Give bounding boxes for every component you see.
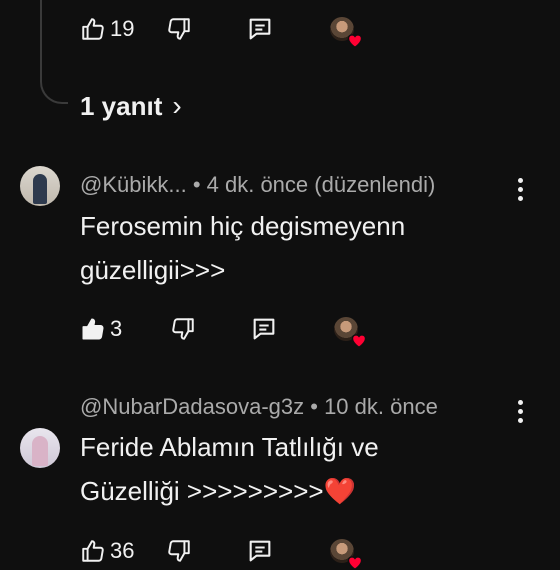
like-count: 19 — [110, 16, 135, 41]
comment-body: Feride Ablamın Tatlılığı ve Güzelliği >>… — [80, 425, 379, 513]
dislike-button[interactable] — [166, 14, 192, 44]
thumbs-up-icon — [82, 318, 104, 340]
creator-heart-icon — [348, 34, 363, 48]
reply-button[interactable] — [250, 314, 278, 344]
thumbs-down-icon — [168, 540, 191, 562]
comment-time: • 10 dk. önce — [310, 394, 438, 419]
comment-author[interactable]: @NubarDadasova-g3z — [80, 394, 304, 419]
dislike-button[interactable] — [166, 536, 192, 566]
more-vert-icon[interactable] — [517, 178, 523, 201]
creator-heart-icon — [351, 334, 367, 348]
creator-heart-badge — [330, 16, 363, 48]
comment-text-line: Ferosemin hiç degismeyenn — [80, 211, 406, 241]
comment-reply-icon — [253, 318, 275, 340]
comment-reply-icon — [250, 18, 271, 40]
comment-body: Ferosemin hiç degismeyenn güzelligii>>> — [80, 204, 405, 292]
avatar[interactable] — [20, 166, 60, 206]
comment-actions: 3 — [80, 314, 367, 348]
like-button[interactable]: 19 — [80, 14, 134, 44]
comment-text-line: güzelligii>>> — [80, 255, 226, 285]
thumbs-up-icon — [82, 18, 104, 40]
like-button[interactable]: 3 — [80, 314, 122, 344]
thumbs-down-icon — [168, 18, 191, 40]
more-vert-icon[interactable] — [517, 400, 523, 423]
comment-text: Güzelliği >>>>>>>>> — [80, 476, 324, 506]
comment-text-line: Güzelliği >>>>>>>>>❤️ — [80, 469, 379, 513]
like-count: 3 — [110, 316, 123, 341]
top-comment-actions: 19 — [80, 14, 363, 48]
creator-heart-badge — [334, 316, 367, 348]
thread-connector-line — [40, 0, 68, 104]
thumbs-up-icon — [82, 540, 104, 562]
dislike-button[interactable] — [170, 314, 196, 344]
comment-reply-icon — [250, 540, 271, 562]
red-heart-emoji: ❤️ — [323, 476, 356, 506]
comment-header: @Kübikk... • 4 dk. önce (düzenlendi) — [80, 172, 435, 198]
replies-link[interactable]: 1 yanıt › — [80, 90, 182, 122]
thumbs-down-icon — [172, 318, 194, 340]
creator-heart-icon — [348, 556, 363, 570]
avatar[interactable] — [20, 428, 60, 468]
comment-author[interactable]: @Kübikk... — [80, 172, 187, 197]
creator-heart-badge — [330, 538, 363, 570]
reply-button[interactable] — [246, 14, 274, 44]
comment-text-line: Feride Ablamın Tatlılığı ve — [80, 432, 379, 462]
like-count: 36 — [110, 538, 135, 563]
comment-header: @NubarDadasova-g3z • 10 dk. önce — [80, 394, 438, 420]
replies-label: 1 yanıt — [80, 90, 163, 121]
comment-actions: 36 — [80, 536, 363, 570]
comment-time: • 4 dk. önce (düzenlendi) — [192, 172, 436, 197]
chevron-right-icon: › — [172, 90, 182, 121]
reply-button[interactable] — [246, 536, 274, 566]
like-button[interactable]: 36 — [80, 536, 134, 566]
